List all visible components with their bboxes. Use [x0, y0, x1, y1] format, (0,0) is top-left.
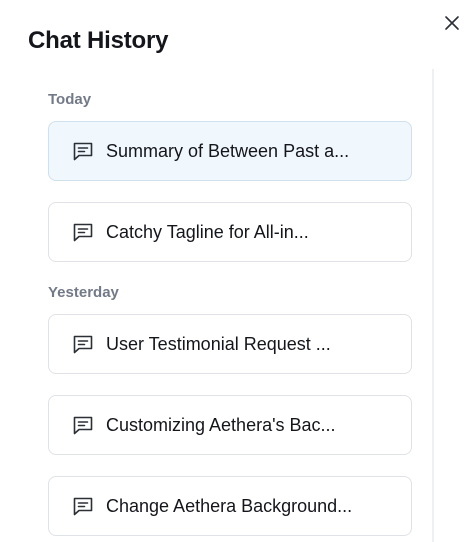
chat-history-panel: Chat History Today Summary of Between Pa… — [0, 0, 474, 542]
close-button[interactable] — [440, 13, 464, 37]
page-title: Chat History — [28, 27, 169, 54]
message-square-icon — [71, 494, 95, 518]
chat-item-label: Change Aethera Background... — [106, 496, 353, 516]
chat-item-label: Customizing Aethera's Bac... — [106, 415, 336, 435]
close-icon — [444, 15, 460, 36]
message-square-icon — [71, 332, 95, 356]
chat-item[interactable]: Customizing Aethera's Bac... — [48, 395, 412, 455]
section-label-yesterday: Yesterday — [48, 284, 119, 301]
chat-item-label: Catchy Tagline for All-in... — [106, 222, 309, 242]
message-square-icon — [71, 139, 95, 163]
chat-item-label: Summary of Between Past a... — [106, 141, 350, 161]
chat-item[interactable]: Summary of Between Past a... — [48, 121, 412, 181]
chat-item[interactable]: Change Aethera Background... — [48, 476, 412, 536]
section-label-today: Today — [48, 91, 92, 108]
message-square-icon — [71, 220, 95, 244]
message-square-icon — [71, 413, 95, 437]
chat-item-label: User Testimonial Request ... — [106, 334, 331, 354]
panel-divider — [432, 69, 434, 542]
chat-item[interactable]: User Testimonial Request ... — [48, 314, 412, 374]
chat-item[interactable]: Catchy Tagline for All-in... — [48, 202, 412, 262]
